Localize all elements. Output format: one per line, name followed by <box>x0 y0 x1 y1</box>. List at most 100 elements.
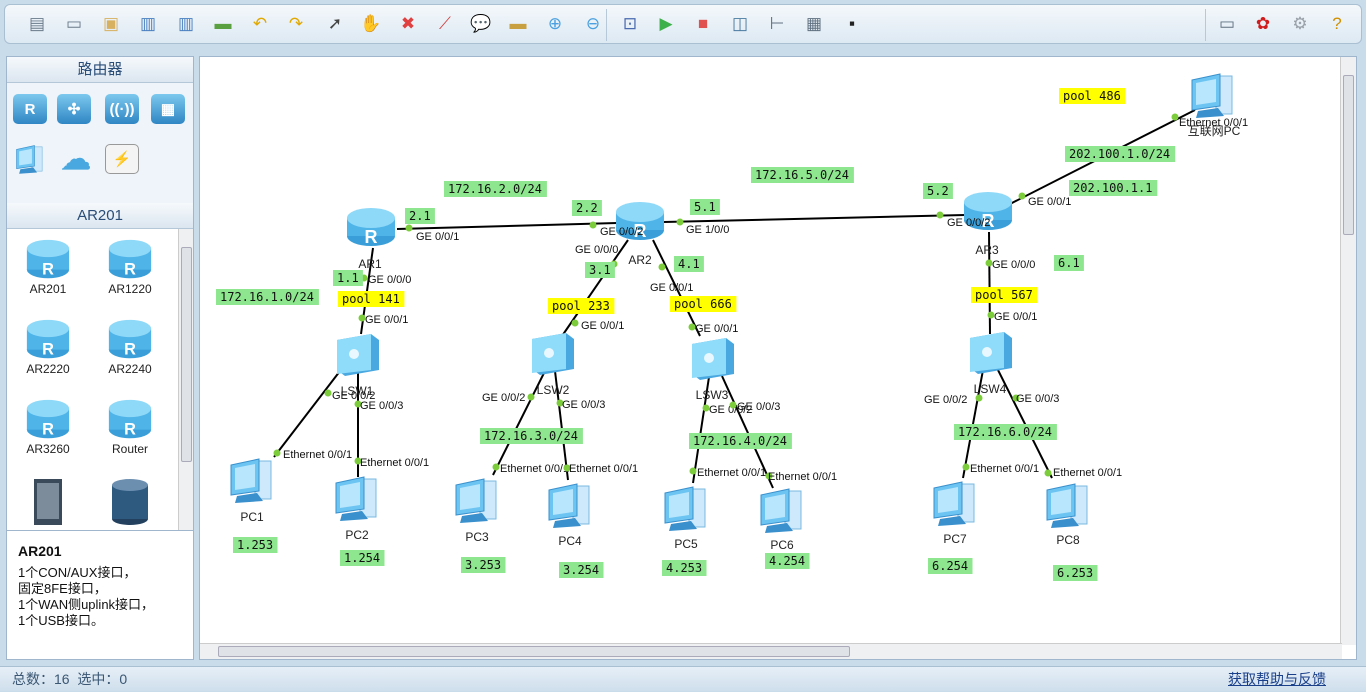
device-label: AR2220 <box>26 362 70 377</box>
svg-text:172.16.2.0/24: 172.16.2.0/24 <box>448 182 542 196</box>
delete-icon[interactable]: ✖ <box>395 11 421 37</box>
port-dot <box>324 389 332 397</box>
console-icon[interactable]: ▪ <box>839 11 865 37</box>
annotation-label[interactable]: 202.100.1.0/24 <box>1065 146 1176 162</box>
node-PC2[interactable]: PC2 <box>332 473 382 542</box>
link-AR2-AR3[interactable] <box>663 214 966 223</box>
port-dot <box>975 394 983 402</box>
annotation-label[interactable]: 4.254 <box>765 553 810 569</box>
feedback-icon[interactable]: ▭ <box>1214 11 1240 37</box>
annotation-label[interactable]: 6.1 <box>1054 255 1084 271</box>
stop-device-icon[interactable]: ■ <box>690 11 716 37</box>
annotation-label[interactable]: 172.16.3.0/24 <box>480 428 583 444</box>
node-PC5[interactable]: PC5 <box>661 483 711 551</box>
category-hub-icon[interactable]: ⚡ <box>103 141 141 177</box>
annotation-label[interactable]: 172.16.2.0/24 <box>444 181 547 197</box>
category-router-wlan-icon[interactable]: ((·)) <box>103 91 141 127</box>
canvas-horizontal-scrollbar[interactable] <box>200 643 1342 659</box>
annotation-label[interactable]: 1.253 <box>233 537 278 553</box>
annotation-label[interactable]: pool 233 <box>548 298 615 314</box>
annotation-label[interactable]: 6.254 <box>928 558 973 574</box>
category-router-ne-icon[interactable]: ✣ <box>55 91 93 127</box>
link-LSW1-PC1[interactable] <box>273 370 341 458</box>
device-label: Router <box>111 442 149 457</box>
device-ar1220[interactable]: R AR1220 <box>95 237 165 296</box>
annotation-label[interactable]: 172.16.4.0/24 <box>689 433 792 449</box>
node-LSW4[interactable]: LSW4 <box>970 332 1012 396</box>
new-script-icon[interactable]: ▭ <box>61 11 87 37</box>
annotation-label[interactable]: 202.100.1.1 <box>1069 180 1158 196</box>
annotation-label[interactable]: 4.1 <box>674 256 704 272</box>
annotation-label[interactable]: 3.254 <box>559 562 604 578</box>
device-router[interactable]: R Router <box>95 397 165 456</box>
device-ar2220[interactable]: R AR2220 <box>13 317 83 376</box>
device-ar3260[interactable]: R AR3260 <box>13 397 83 456</box>
description-line: 1个USB接口。 <box>18 613 104 628</box>
node-PC6[interactable]: PC6 <box>757 485 807 552</box>
category-cloud-icon[interactable]: ☁ <box>57 141 95 177</box>
annotation-label[interactable]: 5.1 <box>690 199 720 215</box>
capture-icon[interactable]: ◫ <box>727 11 753 37</box>
select-icon[interactable]: ➚ <box>322 11 348 37</box>
settings-icon[interactable]: ⚙ <box>1287 11 1313 37</box>
annotation-label[interactable]: 172.16.6.0/24 <box>954 424 1057 440</box>
new-topology-icon[interactable]: ▤ <box>24 11 50 37</box>
port-label: Ethernet 0/0/1 <box>500 463 569 475</box>
node-LSW1[interactable]: LSW1 <box>337 334 379 398</box>
reset-zoom-icon[interactable]: ⊡ <box>617 11 643 37</box>
start-device-icon[interactable]: ▶ <box>653 11 679 37</box>
annotation-label[interactable]: 4.253 <box>662 560 707 576</box>
port-label: Ethernet 0/0/1 <box>1179 117 1248 129</box>
pan-icon[interactable]: ✋ <box>358 11 384 37</box>
save-as-icon[interactable]: ▥ <box>173 11 199 37</box>
svg-text:3.1: 3.1 <box>589 263 611 277</box>
undo-icon[interactable]: ↶ <box>247 11 273 37</box>
node-PC7[interactable]: PC7 <box>930 478 980 546</box>
node-PC8[interactable]: PC8 <box>1043 480 1093 547</box>
rectangle-annotation-icon[interactable]: ▬ <box>505 11 531 37</box>
save-icon[interactable]: ▥ <box>135 11 161 37</box>
annotation-label[interactable]: 1.1 <box>333 270 363 286</box>
device-list-scrollbar[interactable] <box>178 229 193 547</box>
huawei-logo-icon[interactable]: ✿ <box>1250 11 1276 37</box>
annotation-label[interactable]: pool 486 <box>1059 88 1126 104</box>
device-ar2240[interactable]: R AR2240 <box>95 317 165 376</box>
node-LSW3[interactable]: LSW3 <box>692 338 734 402</box>
redo-icon[interactable]: ↷ <box>283 11 309 37</box>
annotation-label[interactable]: 1.254 <box>340 550 385 566</box>
annotation-label[interactable]: 3.1 <box>585 262 615 278</box>
zoom-in-icon[interactable]: ⊕ <box>542 11 568 37</box>
annotation-label[interactable]: 172.16.1.0/24 <box>216 289 319 305</box>
node-LSW2[interactable]: LSW2 <box>532 333 574 397</box>
node-PC3[interactable]: PC3 <box>452 475 502 544</box>
open-icon[interactable]: ▣ <box>98 11 124 37</box>
print-icon[interactable]: ▬ <box>210 11 236 37</box>
grid-icon[interactable]: ▦ <box>801 11 827 37</box>
annotation-label[interactable]: 6.253 <box>1053 565 1098 581</box>
node-PC4[interactable]: PC4 <box>545 480 595 548</box>
svg-text:4.254: 4.254 <box>769 554 805 568</box>
help-icon[interactable]: ? <box>1324 11 1350 37</box>
annotation-label[interactable]: pool 141 <box>338 291 405 307</box>
device-ar201[interactable]: R AR201 <box>13 237 83 296</box>
topology-canvas[interactable]: R AR1 R AR2 R AR3 LSW1 LSW2 LSW3 LSW4 PC1 PC2 PC3 PC4… <box>199 56 1357 660</box>
help-feedback-link[interactable]: 获取帮助与反馈 <box>1228 667 1326 692</box>
text-annotation-icon[interactable]: 💬 <box>468 11 494 37</box>
delete-link-icon[interactable]: ⟋ <box>432 11 458 37</box>
annotation-label[interactable]: 5.2 <box>923 183 953 199</box>
topology-tree-icon[interactable]: ⊢ <box>764 11 790 37</box>
category-router-firewall-icon[interactable]: ▦ <box>149 91 187 127</box>
zoom-out-icon[interactable]: ⊖ <box>580 11 606 37</box>
annotation-label[interactable]: pool 567 <box>971 287 1038 303</box>
annotation-label[interactable]: pool 666 <box>670 296 737 312</box>
category-pc-icon[interactable] <box>11 141 49 177</box>
annotation-label[interactable]: 2.1 <box>405 208 435 224</box>
node-AR1[interactable]: R AR1 <box>347 208 395 271</box>
annotation-label[interactable]: 2.2 <box>572 200 602 216</box>
category-router-ar-icon[interactable]: R <box>11 91 49 127</box>
annotation-label[interactable]: 172.16.5.0/24 <box>751 167 854 183</box>
canvas-vertical-scrollbar[interactable] <box>1340 57 1356 645</box>
annotation-label[interactable]: 3.253 <box>461 557 506 573</box>
svg-text:pool 486: pool 486 <box>1063 89 1121 103</box>
node-PC1[interactable]: PC1 <box>227 455 277 524</box>
